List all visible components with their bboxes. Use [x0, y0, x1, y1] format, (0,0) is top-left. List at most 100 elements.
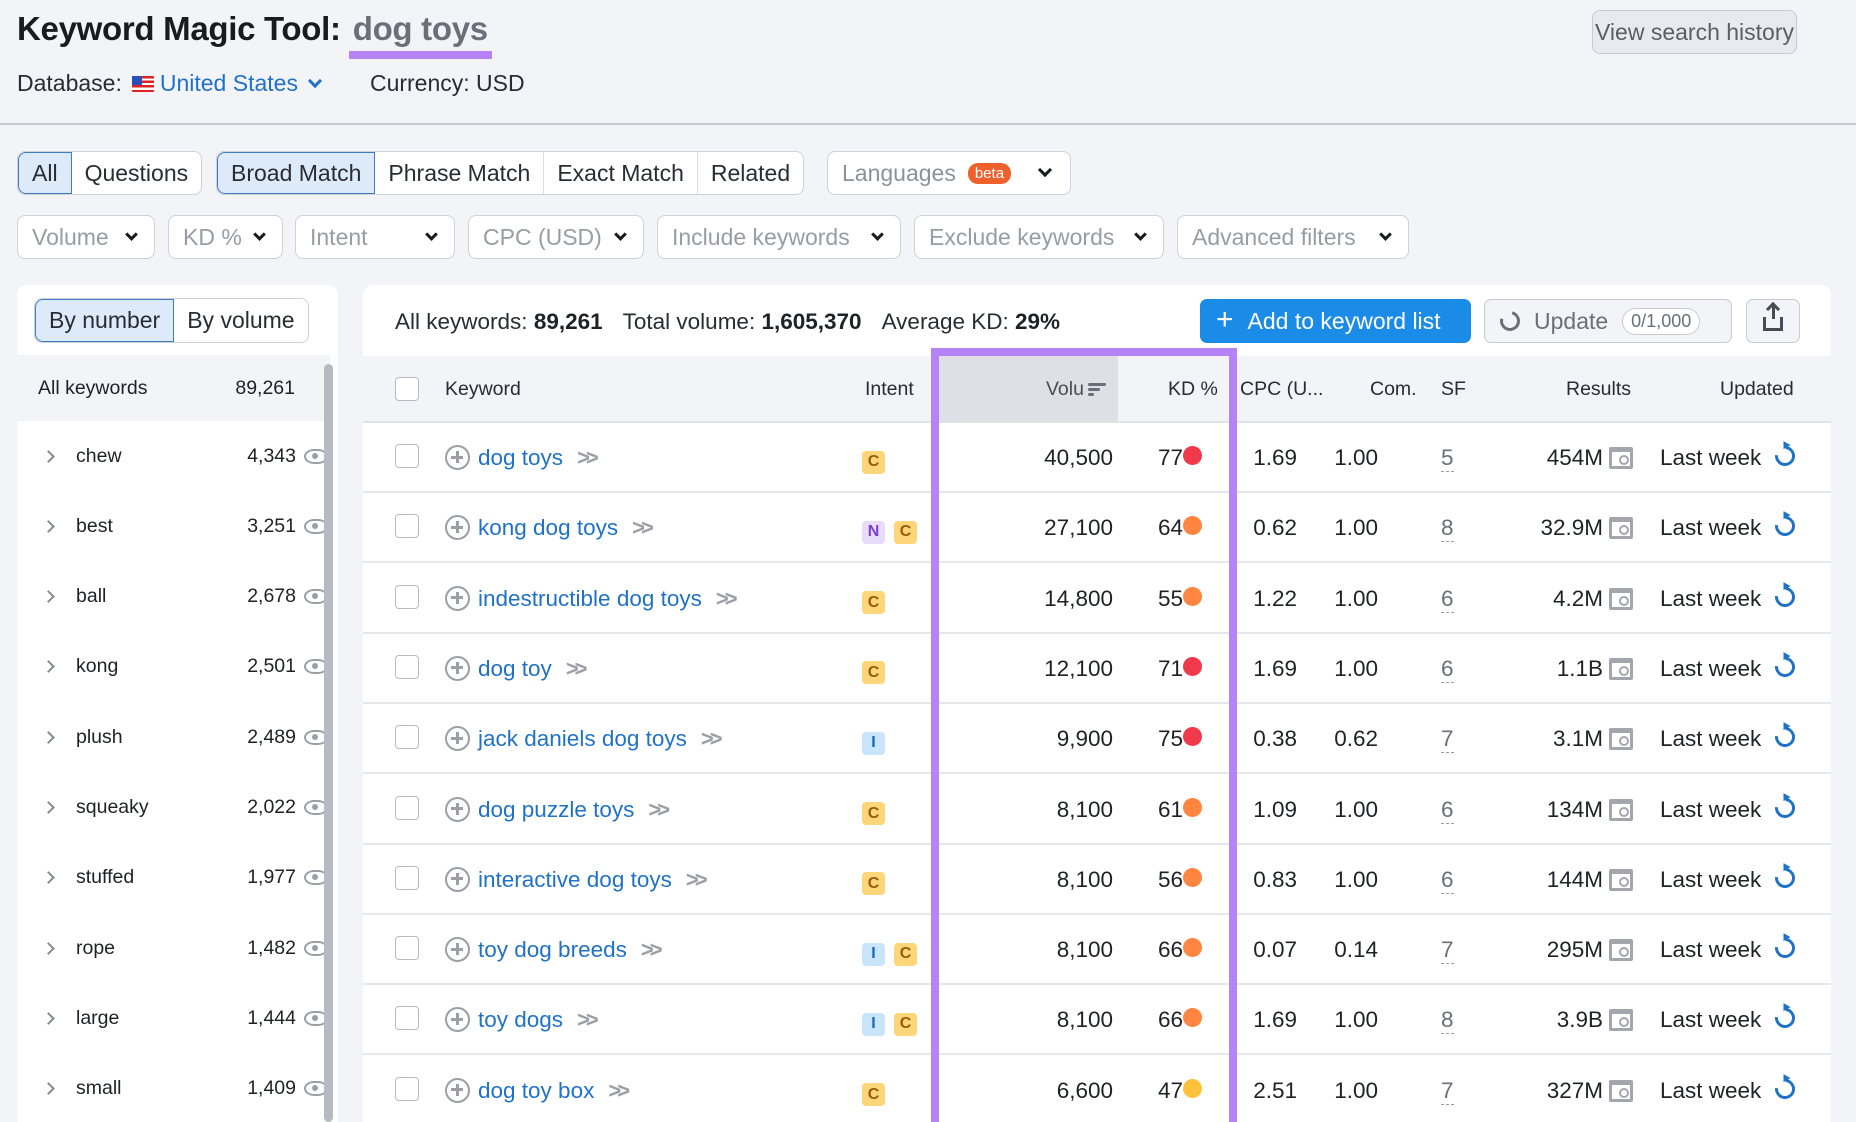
keyword-group-item[interactable]: plush 2,489 — [17, 702, 330, 772]
refresh-icon[interactable] — [1770, 441, 1800, 471]
chevron-right-icon[interactable] — [42, 801, 55, 814]
keyword-details-icon[interactable]: >> — [632, 515, 654, 540]
keyword-link[interactable]: interactive dog toys — [478, 867, 672, 892]
filter-kd[interactable]: KD % — [168, 215, 283, 259]
keyword-details-icon[interactable]: >> — [566, 656, 588, 681]
serp-preview-icon[interactable] — [1609, 939, 1633, 962]
refresh-icon[interactable] — [1770, 793, 1800, 822]
serp-preview-icon[interactable] — [1609, 517, 1633, 540]
chevron-right-icon[interactable] — [42, 1082, 55, 1096]
update-button[interactable]: Update 0/1,000 — [1484, 299, 1732, 343]
add-keyword-icon[interactable] — [445, 585, 470, 611]
tab-related[interactable]: Related — [698, 152, 803, 194]
keyword-link[interactable]: toy dogs — [478, 1007, 563, 1032]
keyword-group-item[interactable]: rope 1,482 — [17, 913, 330, 983]
row-checkbox[interactable] — [395, 514, 419, 539]
keyword-details-icon[interactable]: >> — [686, 867, 708, 892]
by-number-button[interactable]: By number — [35, 299, 175, 342]
row-checkbox[interactable] — [395, 1006, 419, 1031]
row-checkbox[interactable] — [395, 795, 419, 820]
intent-badge-c[interactable]: C — [862, 872, 885, 896]
add-keyword-icon[interactable] — [445, 1007, 470, 1033]
intent-badge-i[interactable]: I — [862, 942, 885, 966]
add-to-keyword-list-button[interactable]: + Add to keyword list — [1200, 299, 1471, 343]
keyword-details-icon[interactable]: >> — [608, 1078, 630, 1103]
refresh-icon[interactable] — [1770, 1004, 1800, 1033]
col-volume[interactable]: Volu — [1046, 378, 1106, 401]
filter-advanced[interactable]: Advanced filters — [1177, 215, 1409, 259]
serp-features-count[interactable]: 5 — [1441, 445, 1454, 472]
intent-badge-c[interactable]: C — [894, 942, 917, 966]
all-keywords-group[interactable]: All keywords 89,261 — [17, 355, 330, 421]
keyword-group-item[interactable]: best 3,251 — [17, 491, 330, 561]
intent-badge-c[interactable]: C — [862, 591, 885, 615]
view-search-history-button[interactable]: View search history — [1592, 10, 1797, 54]
row-checkbox[interactable] — [395, 865, 419, 890]
col-intent[interactable]: Intent — [865, 378, 914, 401]
keyword-details-icon[interactable]: >> — [701, 726, 723, 751]
keyword-link[interactable]: dog toy — [478, 656, 552, 681]
serp-preview-icon[interactable] — [1609, 447, 1633, 469]
col-updated[interactable]: Updated — [1720, 378, 1794, 401]
intent-badge-i[interactable]: I — [862, 731, 885, 755]
chevron-right-icon[interactable] — [42, 660, 55, 674]
select-all-checkbox[interactable] — [395, 377, 419, 401]
row-checkbox[interactable] — [395, 1076, 419, 1101]
tab-phrase-match[interactable]: Phrase Match — [375, 152, 545, 194]
chevron-right-icon[interactable] — [42, 590, 55, 603]
row-checkbox[interactable] — [395, 584, 419, 609]
keyword-link[interactable]: dog toys — [478, 445, 563, 470]
chevron-right-icon[interactable] — [42, 519, 55, 533]
refresh-icon[interactable] — [1770, 1074, 1800, 1103]
add-keyword-icon[interactable] — [445, 726, 470, 752]
keyword-group-item[interactable]: stuffed 1,977 — [17, 843, 330, 913]
col-com[interactable]: Com. — [1370, 378, 1417, 401]
tab-questions[interactable]: Questions — [72, 152, 202, 194]
keyword-group-item[interactable]: ball 2,678 — [17, 562, 330, 632]
refresh-icon[interactable] — [1770, 652, 1800, 681]
serp-features-count[interactable]: 7 — [1441, 726, 1454, 754]
col-results[interactable]: Results — [1566, 378, 1631, 401]
chevron-right-icon[interactable] — [42, 730, 55, 744]
serp-features-count[interactable]: 6 — [1441, 586, 1454, 613]
serp-features-count[interactable]: 8 — [1441, 1007, 1454, 1035]
keyword-details-icon[interactable]: >> — [716, 586, 738, 611]
serp-features-count[interactable]: 6 — [1441, 797, 1454, 824]
tab-all[interactable]: All — [18, 152, 72, 194]
keyword-details-icon[interactable]: >> — [577, 445, 599, 470]
keyword-link[interactable]: dog toy box — [478, 1078, 594, 1103]
intent-badge-i[interactable]: I — [862, 1012, 885, 1036]
intent-badge-c[interactable]: C — [862, 450, 885, 474]
intent-badge-c[interactable]: C — [894, 520, 917, 544]
refresh-icon[interactable] — [1770, 512, 1800, 541]
filter-cpc[interactable]: CPC (USD) — [468, 215, 644, 259]
col-keyword[interactable]: Keyword — [445, 378, 521, 401]
keyword-link[interactable]: kong dog toys — [478, 515, 618, 540]
refresh-icon[interactable] — [1770, 723, 1800, 752]
filter-intent[interactable]: Intent — [295, 215, 455, 259]
serp-features-count[interactable]: 6 — [1441, 656, 1454, 683]
col-sf[interactable]: SF — [1441, 378, 1466, 401]
add-keyword-icon[interactable] — [445, 937, 470, 963]
serp-features-count[interactable]: 7 — [1441, 937, 1454, 965]
keyword-link[interactable]: indestructible dog toys — [478, 586, 702, 611]
serp-preview-icon[interactable] — [1609, 1009, 1633, 1032]
row-checkbox[interactable] — [395, 936, 419, 961]
sidebar-scrollbar[interactable] — [324, 364, 333, 1122]
tab-broad-match[interactable]: Broad Match — [217, 152, 376, 194]
add-keyword-icon[interactable] — [445, 445, 470, 470]
chevron-right-icon[interactable] — [42, 1012, 55, 1025]
keyword-group-item[interactable]: kong 2,501 — [17, 632, 330, 702]
serp-preview-icon[interactable] — [1609, 798, 1633, 821]
chevron-down-icon[interactable] — [307, 73, 323, 88]
search-query[interactable]: dog toys — [353, 10, 488, 47]
row-checkbox[interactable] — [395, 654, 419, 679]
add-keyword-icon[interactable] — [445, 796, 470, 822]
database-selector[interactable]: United States — [160, 70, 298, 97]
refresh-icon[interactable] — [1770, 863, 1800, 892]
keyword-link[interactable]: dog puzzle toys — [478, 797, 634, 822]
keyword-link[interactable]: jack daniels dog toys — [478, 726, 687, 751]
add-keyword-icon[interactable] — [445, 515, 470, 541]
intent-badge-c[interactable]: C — [894, 1012, 917, 1036]
keyword-link[interactable]: toy dog breeds — [478, 937, 627, 962]
